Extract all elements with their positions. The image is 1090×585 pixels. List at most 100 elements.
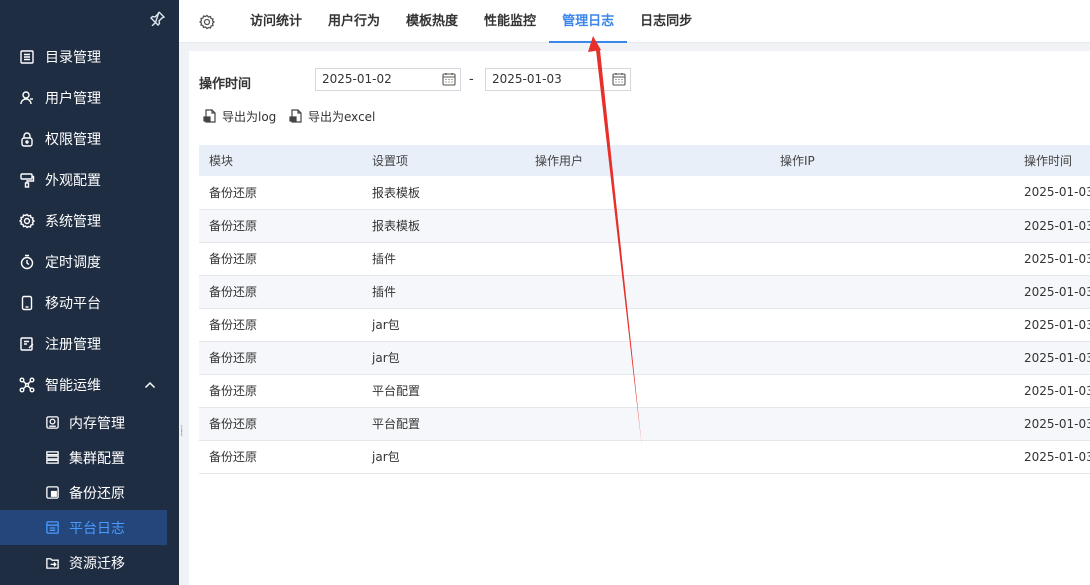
calendar-icon[interactable] [612, 72, 626, 86]
cell-setting: 插件 [362, 242, 525, 276]
sidebar-subitem-migration[interactable]: 资源迁移 [0, 545, 179, 580]
sidebar-item-label: 注册管理 [45, 336, 101, 353]
cell-ip [770, 275, 1014, 309]
tabs: 访问统计 用户行为 模板热度 性能监控 管理日志 日志同步 [237, 0, 705, 43]
sidebar-subitem-platform-log[interactable]: 平台日志 [0, 510, 167, 545]
table-row[interactable]: 备份还原 平台配置 2025-01-03 0 [199, 407, 1090, 441]
table-row[interactable]: 备份还原 插件 2025-01-03 0 [199, 275, 1090, 309]
cell-user [525, 440, 770, 474]
cell-module: 备份还原 [199, 341, 362, 375]
sidebar-subitem-memory[interactable]: 内存管理 [0, 405, 179, 440]
table-row[interactable]: 备份还原 jar包 2025-01-03 0 [199, 341, 1090, 375]
cell-user [525, 209, 770, 243]
log-icon [45, 520, 60, 535]
export-file-icon [203, 109, 218, 124]
brush-icon [19, 172, 35, 188]
sidebar-item-system[interactable]: 系统管理 [0, 200, 179, 241]
tab-template-heat[interactable]: 模板热度 [393, 0, 471, 43]
cell-setting: jar包 [362, 308, 525, 342]
column-header-ip[interactable]: 操作IP [770, 145, 1014, 176]
mobile-icon [19, 295, 35, 311]
sidebar-item-label: 定时调度 [45, 254, 101, 271]
cell-setting: 平台配置 [362, 407, 525, 441]
cell-user [525, 242, 770, 276]
sidebar-subitem-backup[interactable]: 备份还原 [0, 475, 179, 510]
column-header-setting[interactable]: 设置项 [362, 145, 525, 176]
cell-setting: 平台配置 [362, 374, 525, 408]
register-icon [19, 336, 35, 352]
cell-setting: jar包 [362, 341, 525, 375]
tab-log-sync[interactable]: 日志同步 [627, 0, 705, 43]
log-table: 模块 设置项 操作用户 操作IP 操作时间 备份还原 报表模板 2025-01-… [199, 145, 1090, 474]
user-icon [19, 90, 35, 106]
cell-ip [770, 176, 1014, 210]
chevron-up-icon[interactable] [143, 378, 157, 392]
start-date-value: 2025-01-02 [322, 72, 392, 86]
end-date-input[interactable]: 2025-01-03 [485, 68, 631, 91]
cell-setting: 报表模板 [362, 209, 525, 243]
migrate-icon [45, 555, 60, 570]
sidebar-item-label: 用户管理 [45, 90, 101, 107]
sidebar-item-users[interactable]: 用户管理 [0, 77, 179, 118]
sidebar-item-mobile[interactable]: 移动平台 [0, 282, 179, 323]
backup-icon [45, 485, 60, 500]
settings-gear-icon[interactable] [198, 14, 216, 30]
resize-handle-icon[interactable]: ⁞ ⁞ [180, 425, 186, 442]
sidebar: 目录管理 用户管理 权限管理 外观配置 系统管理 定时调度 移动平台 注册管理 [0, 0, 179, 585]
cell-time: 2025-01-03 0 [1014, 308, 1090, 342]
gear-icon [19, 213, 35, 229]
cell-user [525, 176, 770, 210]
top-tab-bar: 访问统计 用户行为 模板热度 性能监控 管理日志 日志同步 [179, 0, 1090, 43]
cell-module: 备份还原 [199, 440, 362, 474]
tab-access-stats[interactable]: 访问统计 [237, 0, 315, 43]
cell-ip [770, 341, 1014, 375]
cell-user [525, 374, 770, 408]
column-header-time[interactable]: 操作时间 [1014, 145, 1090, 176]
table-row[interactable]: 备份还原 jar包 2025-01-03 0 [199, 308, 1090, 342]
calendar-icon[interactable] [442, 72, 456, 86]
sidebar-item-schedule[interactable]: 定时调度 [0, 241, 179, 282]
cell-ip [770, 440, 1014, 474]
date-range-separator: - [469, 72, 474, 87]
export-excel-button[interactable]: 导出为excel [289, 108, 375, 125]
table-row[interactable]: 备份还原 报表模板 2025-01-03 0 [199, 209, 1090, 243]
sidebar-menu: 目录管理 用户管理 权限管理 外观配置 系统管理 定时调度 移动平台 注册管理 [0, 36, 179, 580]
export-log-button[interactable]: 导出为log [203, 108, 276, 125]
cell-module: 备份还原 [199, 209, 362, 243]
cell-module: 备份还原 [199, 407, 362, 441]
cell-user [525, 308, 770, 342]
cell-time: 2025-01-03 0 [1014, 209, 1090, 243]
table-row[interactable]: 备份还原 插件 2025-01-03 0 [199, 242, 1090, 276]
sidebar-subitem-label: 备份还原 [69, 485, 125, 502]
cell-module: 备份还原 [199, 242, 362, 276]
sidebar-item-appearance[interactable]: 外观配置 [0, 159, 179, 200]
export-file-icon [289, 109, 304, 124]
tab-performance[interactable]: 性能监控 [471, 0, 549, 43]
cell-setting: jar包 [362, 440, 525, 474]
tab-user-behavior[interactable]: 用户行为 [315, 0, 393, 43]
network-icon [19, 377, 35, 393]
sidebar-submenu: 内存管理 集群配置 备份还原 平台日志 资源迁移 [0, 405, 179, 580]
cell-time: 2025-01-03 0 [1014, 440, 1090, 474]
cell-ip [770, 308, 1014, 342]
sidebar-item-catalog[interactable]: 目录管理 [0, 36, 179, 77]
tab-admin-log[interactable]: 管理日志 [549, 0, 628, 43]
cell-module: 备份还原 [199, 374, 362, 408]
sidebar-item-label: 外观配置 [45, 172, 101, 189]
lock-icon [19, 131, 35, 147]
export-log-label: 导出为log [222, 110, 277, 124]
table-row[interactable]: 备份还原 jar包 2025-01-03 0 [199, 440, 1090, 474]
sidebar-subitem-cluster[interactable]: 集群配置 [0, 440, 179, 475]
table-row[interactable]: 备份还原 平台配置 2025-01-03 0 [199, 374, 1090, 408]
start-date-input[interactable]: 2025-01-02 [315, 68, 461, 91]
sidebar-item-registration[interactable]: 注册管理 [0, 323, 179, 364]
cell-user [525, 407, 770, 441]
cluster-icon [45, 450, 60, 465]
sidebar-subitem-label: 内存管理 [69, 415, 125, 432]
column-header-user[interactable]: 操作用户 [525, 145, 770, 176]
sidebar-item-permissions[interactable]: 权限管理 [0, 118, 179, 159]
sidebar-item-smart-ops[interactable]: 智能运维 [0, 364, 179, 405]
table-row[interactable]: 备份还原 报表模板 2025-01-03 0 [199, 176, 1090, 210]
column-header-module[interactable]: 模块 [199, 145, 362, 176]
pin-icon[interactable] [150, 10, 168, 28]
